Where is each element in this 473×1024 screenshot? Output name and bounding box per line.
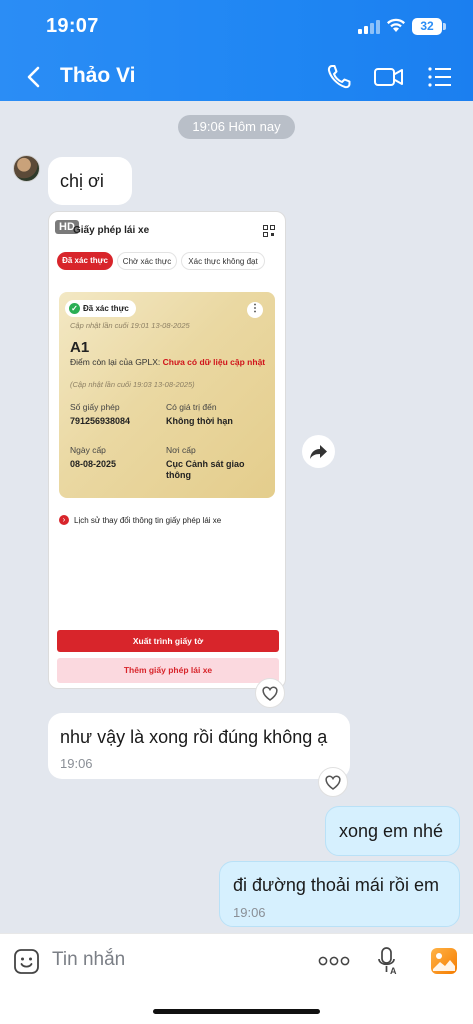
message-text: đi đường thoải mái rồi em xyxy=(233,875,439,895)
tab-failed: Xác thực không đạt xyxy=(181,252,265,270)
back-button[interactable] xyxy=(20,62,48,92)
check-icon: ✓ xyxy=(69,303,80,314)
card-title: Giấy phép lái xe xyxy=(73,225,150,236)
incoming-message[interactable]: như vậy là xong rồi đúng không ạ 19:06 xyxy=(48,713,350,779)
present-document-button: Xuất trình giấy tờ xyxy=(57,630,279,652)
wifi-icon xyxy=(387,18,405,32)
issue-date-label: Ngày cấp xyxy=(70,445,106,455)
phone-call-icon[interactable] xyxy=(324,62,354,92)
battery-cap xyxy=(443,23,446,30)
message-input[interactable]: Tin nhắn xyxy=(52,949,125,971)
license-class: A1 xyxy=(70,339,90,356)
last-updated: Cập nhật lần cuối 19:01 13-08-2025 xyxy=(70,321,190,330)
license-number-label: Số giấy phép xyxy=(70,402,120,412)
outgoing-message[interactable]: đi đường thoải mái rồi em 19:06 xyxy=(219,861,460,927)
svg-text:A: A xyxy=(390,966,397,976)
valid-until: Không thời hạn xyxy=(166,416,233,426)
battery-level: 32 xyxy=(412,18,442,35)
sticker-icon[interactable] xyxy=(13,948,40,975)
tab-verified: Đã xác thực xyxy=(57,252,113,270)
video-call-icon[interactable] xyxy=(373,62,405,92)
message-time: 19:06 xyxy=(233,905,266,920)
valid-until-label: Có giá trị đến xyxy=(166,402,217,412)
heart-icon xyxy=(262,686,278,701)
gallery-icon[interactable] xyxy=(430,947,458,975)
license-card: ✓ Đã xác thực ⋮ Cập nhật lần cuối 19:01 … xyxy=(59,292,275,498)
issuer-label: Nơi cấp xyxy=(166,445,196,455)
home-indicator xyxy=(153,1009,320,1014)
message-time: 19:06 xyxy=(60,756,93,771)
message-text: như vậy là xong rồi đúng không ạ xyxy=(60,727,328,747)
signal-icon xyxy=(358,20,380,34)
image-message[interactable]: HD Giấy phép lái xe Đã xác thực Chờ xác … xyxy=(48,211,286,689)
date-divider: 19:06 Hôm nay xyxy=(178,115,295,139)
composer-bar: Tin nhắn A xyxy=(0,933,473,1024)
message-text: xong em nhé xyxy=(339,821,444,841)
add-license-button: Thêm giấy phép lái xe xyxy=(57,658,279,683)
menu-list-icon[interactable] xyxy=(425,62,455,92)
header-bar: 19:07 32 Thảo Vi xyxy=(0,0,473,101)
share-arrow-icon xyxy=(310,445,327,459)
history-link: › Lịch sử thay đổi thông tin giấy phép l… xyxy=(59,515,221,525)
outgoing-message[interactable]: xong em nhé xyxy=(325,806,460,856)
qr-code-icon xyxy=(263,225,275,237)
contact-avatar[interactable] xyxy=(13,155,40,182)
issue-date: 08-08-2025 xyxy=(70,459,117,469)
react-heart-button[interactable] xyxy=(255,678,285,708)
forward-button[interactable] xyxy=(302,435,335,468)
arrow-right-icon: › xyxy=(59,515,69,525)
status-time: 19:07 xyxy=(46,15,99,37)
react-heart-button[interactable] xyxy=(318,767,348,797)
verified-pill: ✓ Đã xác thực xyxy=(65,300,136,317)
tab-pending: Chờ xác thực xyxy=(117,252,177,270)
points-line: Điểm còn lại của GPLX: Chưa có dữ liệu c… xyxy=(70,357,266,367)
contact-name[interactable]: Thảo Vi xyxy=(60,64,135,88)
microphone-icon[interactable]: A xyxy=(376,946,398,976)
issuer: Cục Cảnh sát giao thông xyxy=(166,459,245,480)
heart-icon xyxy=(325,775,341,790)
points-updated: (Cập nhật lần cuối 19:03 13-08-2025) xyxy=(70,380,195,389)
message-text: chị ơi xyxy=(60,171,104,191)
more-options-icon: ⋮ xyxy=(247,302,263,318)
more-dots-icon[interactable] xyxy=(318,956,350,966)
incoming-message[interactable]: chị ơi xyxy=(48,157,132,205)
license-number: 791256938084 xyxy=(70,416,131,426)
